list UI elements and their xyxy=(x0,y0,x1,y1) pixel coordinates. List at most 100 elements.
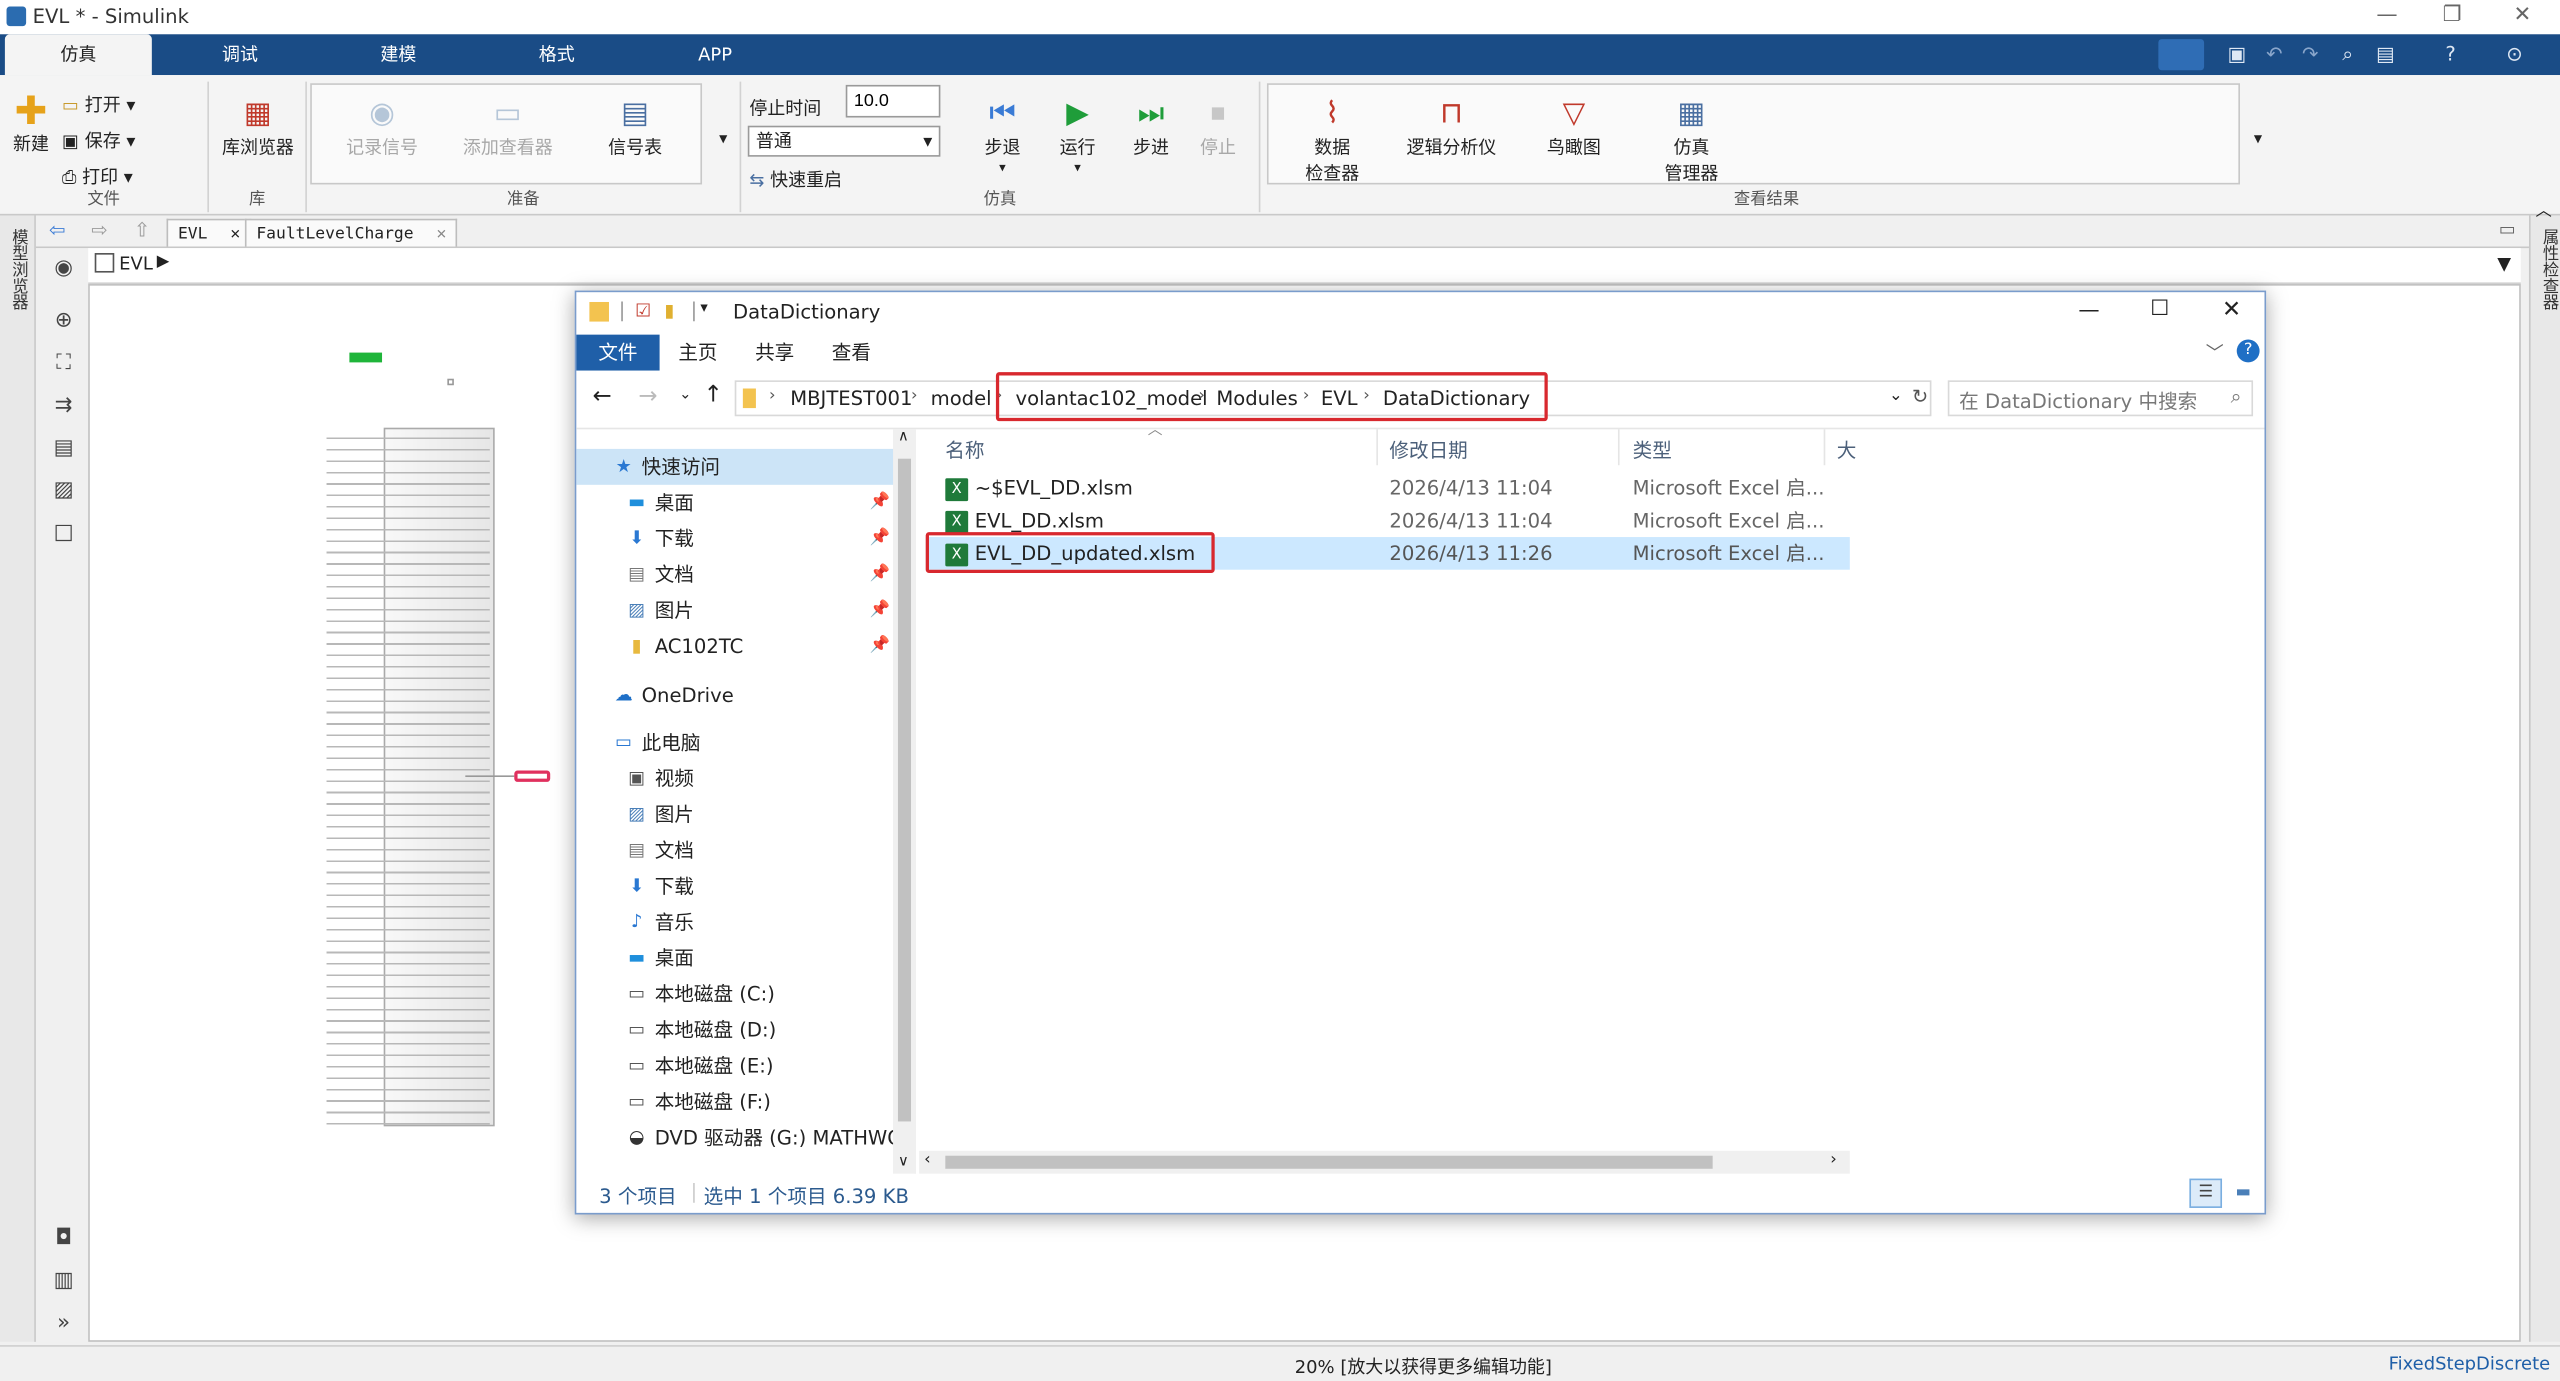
add-viewer-button[interactable]: ▭ 添加查看器 xyxy=(454,95,562,160)
help-icon[interactable]: ? xyxy=(2436,41,2465,69)
column-size[interactable]: 大 xyxy=(1837,436,1857,464)
nav-quick-documents[interactable]: ▤ 文档 📌 xyxy=(576,557,896,593)
review-expand-icon[interactable]: ▾ xyxy=(2245,91,2271,189)
search-icon[interactable]: ⌕ xyxy=(2333,41,2362,69)
save-button[interactable]: ▣ 保存 ▾ xyxy=(62,127,135,153)
tab-simulation[interactable]: 仿真 xyxy=(4,34,152,76)
file-row[interactable]: X ~$EVL_DD.xlsm 2026/4/13 11:04 Microsoft… xyxy=(926,472,2190,505)
chevron-up-icon[interactable]: ∧ xyxy=(898,429,909,445)
tab-menu-icon[interactable]: ▭ xyxy=(2499,219,2516,240)
run-button[interactable]: ▶ 运行 ▾ xyxy=(1045,95,1110,174)
open-button[interactable]: ▭ 打开 ▾ xyxy=(62,91,135,117)
stop-time-input[interactable] xyxy=(845,84,941,118)
tab-home[interactable]: 主页 xyxy=(660,335,737,371)
nav-quick-access[interactable]: ★ 快速访问 xyxy=(576,448,897,485)
step-back-button[interactable]: ⏮ 步退 ▾ xyxy=(970,95,1035,174)
small-port[interactable] xyxy=(447,378,454,386)
nav-pc-pictures[interactable]: ▨ 图片 xyxy=(576,797,896,833)
maximize-icon[interactable]: ☐ xyxy=(2150,297,2169,321)
nav-pc-desktop[interactable]: ▬ 桌面 xyxy=(576,940,896,976)
print-button[interactable]: ⎙ 打印 ▾ xyxy=(62,163,133,189)
forward-icon[interactable]: ⇨ xyxy=(91,219,107,242)
image-icon[interactable]: ▨ xyxy=(49,477,78,506)
minimize-ribbon-icon[interactable]: ⊙ xyxy=(2500,41,2529,69)
logic-analyzer-button[interactable]: ⊓ 逻辑分析仪 xyxy=(1398,95,1506,160)
nav-quick-ac102tc[interactable]: ▮ AC102TC 📌 xyxy=(576,628,896,664)
nav-onedrive[interactable]: ☁ OneDrive xyxy=(576,677,896,713)
nav-drive-f[interactable]: ▭ 本地磁盘 (F:) xyxy=(576,1084,896,1120)
close-icon[interactable]: ✕ xyxy=(2222,297,2241,323)
stop-button[interactable]: ⏹ 停止 xyxy=(1185,95,1250,160)
close-tab-icon[interactable]: ✕ xyxy=(230,225,240,243)
nav-dvd-g[interactable]: ◒ DVD 驱动器 (G:) MATHWOR xyxy=(576,1120,896,1156)
undo-icon[interactable]: ↶ xyxy=(2260,41,2289,69)
log-signals-button[interactable]: ◉ 记录信号 xyxy=(330,95,434,160)
minimize-icon[interactable]: — xyxy=(2362,0,2411,34)
chevron-down-icon[interactable]: ∨ xyxy=(898,1154,909,1170)
chevron-down-icon[interactable]: ⌄ xyxy=(1889,387,1903,405)
explorer-search-box[interactable]: 在 DataDictionary 中搜索 ⌕ xyxy=(1947,380,2254,417)
nav-quick-downloads[interactable]: ⬇ 下载 📌 xyxy=(576,521,896,557)
nav-pc-downloads[interactable]: ⬇ 下载 xyxy=(576,868,896,904)
help-icon[interactable]: ? xyxy=(2236,339,2260,363)
solver-status[interactable]: FixedStepDiscrete xyxy=(2389,1353,2551,1374)
up-icon[interactable]: ⇧ xyxy=(134,219,150,242)
data-inspector-button[interactable]: ⌇ 数据 检查器 xyxy=(1287,95,1378,186)
close-tab-icon[interactable]: ✕ xyxy=(437,225,447,243)
qat-dropdown-icon[interactable]: ▾ xyxy=(700,300,707,316)
column-name[interactable]: 名称 xyxy=(945,436,984,464)
close-icon[interactable]: ✕ xyxy=(2498,0,2547,34)
back-icon[interactable]: ⇦ xyxy=(49,219,65,242)
breadcrumb-mbjtest001[interactable]: MBJTEST001 xyxy=(790,387,912,410)
step-forward-button[interactable]: ⏭ 步进 xyxy=(1118,95,1183,160)
nav-drive-c[interactable]: ▭ 本地磁盘 (C:) xyxy=(576,976,896,1012)
nav-drive-d[interactable]: ▭ 本地磁盘 (D:) xyxy=(576,1012,896,1048)
tab-debug[interactable]: 调试 xyxy=(167,34,314,75)
layout-icon[interactable] xyxy=(2158,39,2205,71)
chevron-right-icon[interactable]: › xyxy=(1830,1151,1837,1169)
birds-eye-button[interactable]: ▽ 鸟瞰图 xyxy=(1531,95,1616,160)
chevron-up-icon[interactable]: ︿ xyxy=(2536,196,2552,220)
tab-modeling[interactable]: 建模 xyxy=(325,34,472,75)
area-icon[interactable]: □ xyxy=(49,519,78,548)
forward-arrow-icon[interactable]: → xyxy=(638,384,657,410)
redo-icon[interactable]: ↷ xyxy=(2296,41,2325,69)
nav-quick-pictures[interactable]: ▨ 图片 📌 xyxy=(576,593,896,629)
nav-pc-videos[interactable]: ▣ 视频 xyxy=(576,761,896,797)
recent-dropdown-icon[interactable]: ⌄ xyxy=(679,387,691,403)
selected-block[interactable] xyxy=(514,770,551,782)
model-browser-panel-tab[interactable]: 模型浏览器 xyxy=(0,215,36,1342)
sim-manager-button[interactable]: ▦ 仿真 管理器 xyxy=(1646,95,1737,186)
address-path[interactable]: › MBJTEST001 › model › volantac102_model… xyxy=(734,372,1932,422)
zoom-icon[interactable]: ⊕ xyxy=(49,307,78,336)
sim-mode-select[interactable]: 普通 ▾ xyxy=(747,125,941,157)
annotation-icon[interactable]: ▤ xyxy=(49,434,78,463)
new-button[interactable]: ✚ 新建 xyxy=(5,91,57,156)
column-type[interactable]: 类型 xyxy=(1633,436,1672,464)
tab-format[interactable]: 格式 xyxy=(483,34,630,75)
expand-toolstrip-icon[interactable]: » xyxy=(49,1309,78,1338)
file-horizontal-scrollbar[interactable]: ‹ › xyxy=(919,1150,1850,1174)
library-browser-button[interactable]: ▦ 库浏览器 xyxy=(216,95,301,160)
up-arrow-icon[interactable]: ↑ xyxy=(704,382,723,408)
expand-ribbon-icon[interactable]: ﹀ xyxy=(2206,340,2224,366)
restore-icon[interactable]: ❐ xyxy=(2428,0,2477,34)
nav-drive-e[interactable]: ▭ 本地磁盘 (E:) xyxy=(576,1048,896,1084)
fit-view-icon[interactable]: ⛶ xyxy=(49,349,78,378)
chevron-down-icon[interactable]: ▼ xyxy=(2497,253,2511,274)
chevron-left-icon[interactable]: ‹ xyxy=(924,1151,931,1169)
tab-share[interactable]: 共享 xyxy=(736,335,813,371)
nav-scroll-thumb[interactable] xyxy=(897,458,912,1122)
tab-apps[interactable]: APP xyxy=(642,34,789,75)
nav-quick-desktop[interactable]: ▬ 桌面 📌 xyxy=(576,485,896,521)
breadcrumb-model[interactable]: model xyxy=(931,387,992,410)
details-view-icon[interactable]: ☰ xyxy=(2189,1178,2223,1208)
minimize-icon[interactable]: — xyxy=(2078,299,2099,323)
viewmarks-icon[interactable]: ▥ xyxy=(49,1267,78,1296)
nav-scrollbar[interactable]: ∧ ∨ xyxy=(893,429,916,1174)
tab-view[interactable]: 查看 xyxy=(813,335,890,371)
save-icon[interactable]: ▣ xyxy=(2222,41,2251,69)
camera-icon[interactable]: ◘ xyxy=(49,1224,78,1253)
column-date[interactable]: 修改日期 xyxy=(1389,436,1467,464)
tab-file[interactable]: 文件 xyxy=(576,334,660,371)
